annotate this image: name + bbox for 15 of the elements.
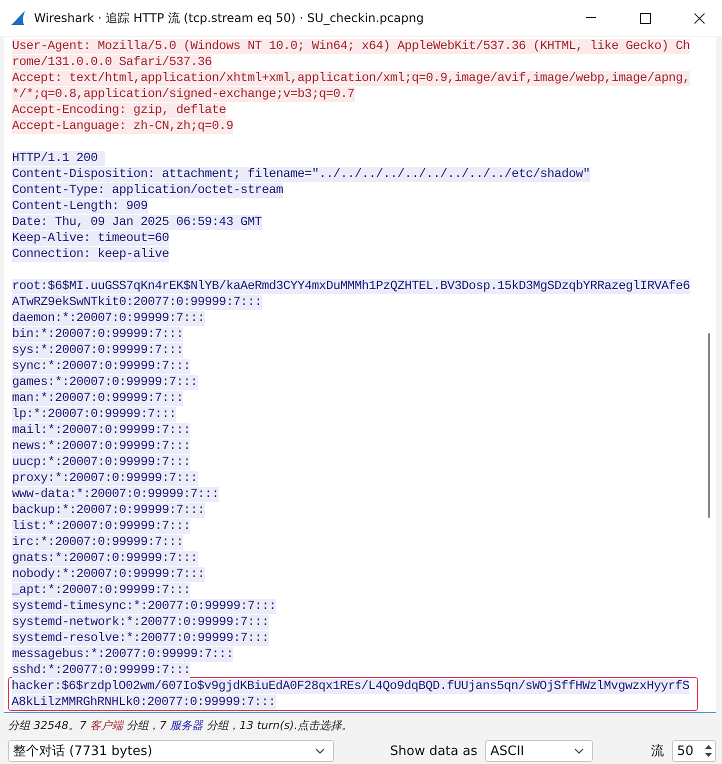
maximize-icon <box>640 12 650 24</box>
status-text: 分组 32548。7 客户端 分组，7 服务器 分组，13 turn(s).点击选择。 <box>7 718 354 734</box>
shark-fin-icon <box>10 10 26 26</box>
window-title: Wireshark · 追踪 HTTP 流 (tcp.stream eq 50) · SU_checkin.pcapng <box>34 10 425 26</box>
stream-spinbox[interactable]: 50 <box>672 740 716 762</box>
chevron-down-icon <box>315 748 325 754</box>
scrollbar-thumb[interactable] <box>708 333 710 518</box>
format-dropdown[interactable]: ASCII <box>485 740 594 762</box>
show-data-label: Show data as <box>390 744 478 758</box>
close-icon <box>694 12 704 24</box>
minimize-icon <box>586 17 596 19</box>
stream-label: 流 <box>651 743 664 760</box>
spin-arrows-icon <box>704 743 713 759</box>
conversation-dropdown[interactable]: 整个对话 (7731 bytes) <box>8 740 334 762</box>
chevron-down-icon <box>574 748 584 754</box>
